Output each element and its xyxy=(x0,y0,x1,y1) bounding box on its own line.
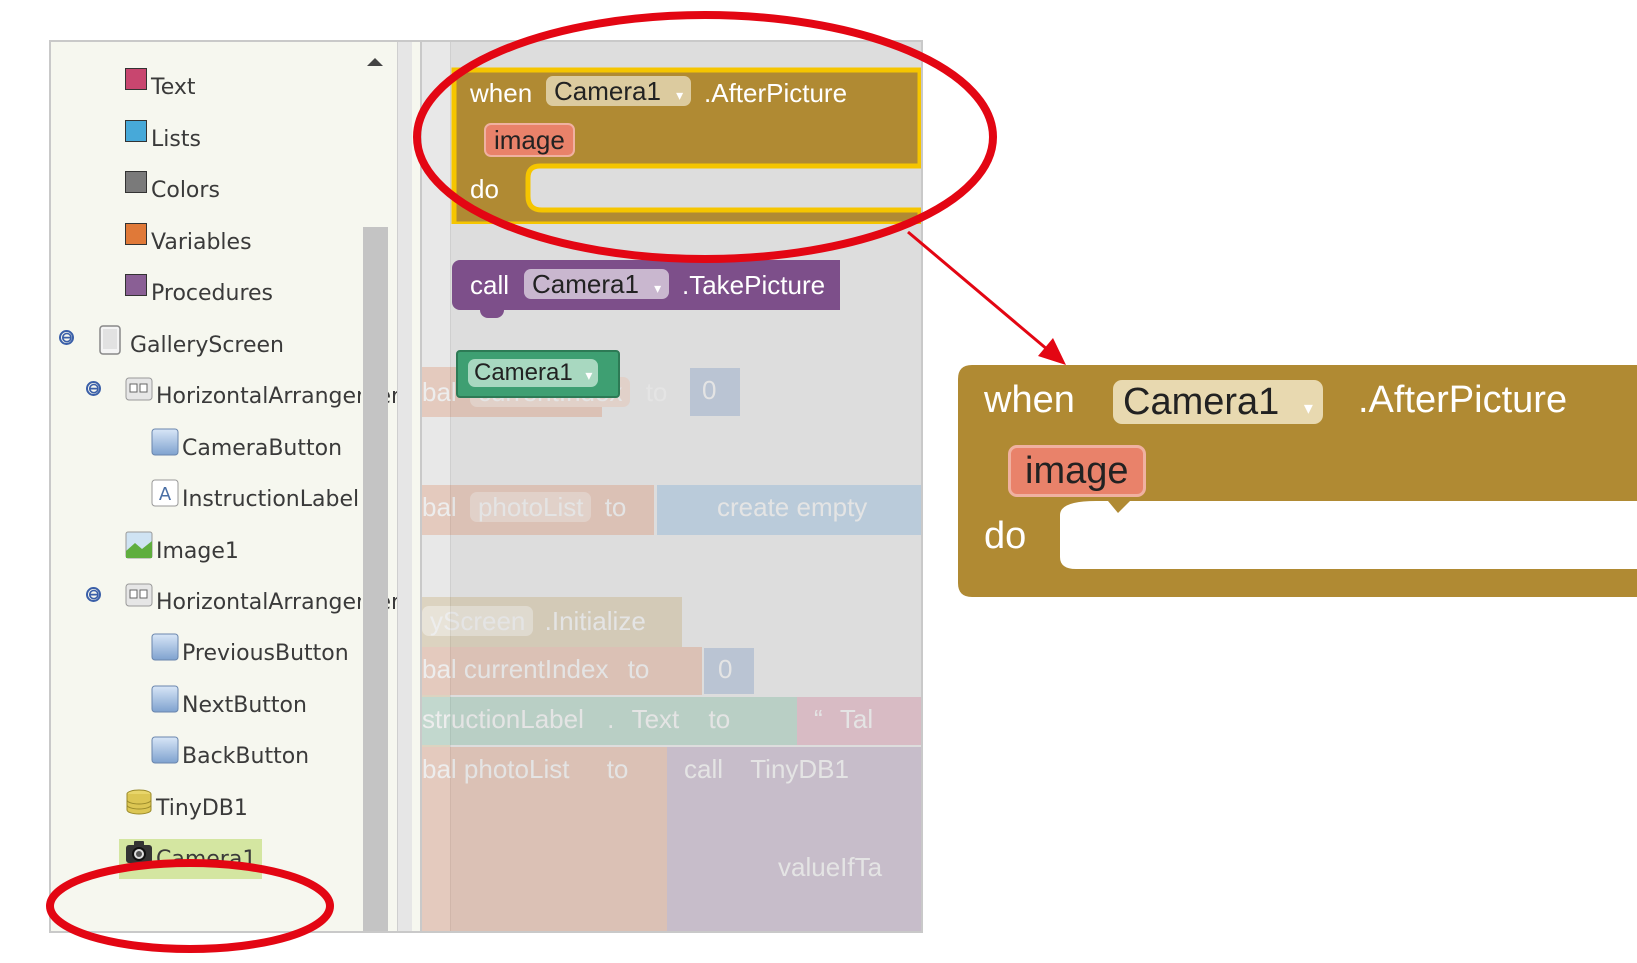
annotation-arrowhead-icon xyxy=(1038,338,1066,365)
database-icon xyxy=(125,788,153,816)
tree-item-label: TinyDB1 xyxy=(156,795,248,821)
text-literal: ▾ “ Tal xyxy=(814,704,874,734)
set-var-text: bal photoList to xyxy=(422,754,629,784)
call-takepicture-block[interactable]: call Camera1 ▾ .TakePicture xyxy=(452,260,840,310)
tree-item-label: Procedures xyxy=(151,280,273,306)
tree-item-label: Lists xyxy=(151,126,201,152)
collapse-toggle-icon[interactable]: ⊖ xyxy=(86,381,101,396)
dropdown-arrow-icon: ▾ xyxy=(676,87,684,103)
call-keyword: call xyxy=(470,270,510,300)
tree-item-colors[interactable]: Colors xyxy=(125,170,220,210)
afterpicture-event-block[interactable]: when Camera1 ▾ .AfterPicture image do xyxy=(450,66,921,224)
colors-swatch-icon xyxy=(125,171,147,193)
dropdown-arrow-icon: ▾ xyxy=(654,280,662,296)
tree-item-label: CameraButton xyxy=(182,435,343,461)
number-value: 0 xyxy=(702,375,717,405)
lists-swatch-icon xyxy=(125,120,147,142)
tree-item-instructionlabel[interactable]: A InstructionLabel xyxy=(151,479,359,519)
tree-item-variables[interactable]: Variables xyxy=(125,222,252,262)
tree-item-label: InstructionLabel xyxy=(182,486,360,512)
tree-item-label: PreviousButton xyxy=(182,640,349,666)
camera1-dropdown[interactable]: Camera1 ▾ xyxy=(546,76,692,106)
image-param[interactable]: image xyxy=(484,123,575,157)
button-icon xyxy=(151,685,179,713)
tree-item-label: BackButton xyxy=(182,743,310,769)
svg-text:A: A xyxy=(159,484,172,505)
button-icon xyxy=(151,633,179,661)
number-value: 0 xyxy=(718,654,733,684)
arrangement-icon xyxy=(125,582,153,610)
panel-divider xyxy=(397,42,412,931)
arrangement-icon xyxy=(125,376,153,404)
collapse-toggle-icon[interactable]: ⊖ xyxy=(59,330,74,345)
method-name: .TakePicture xyxy=(682,270,826,300)
camera1-component-block[interactable]: Camera1 ▾ xyxy=(456,350,620,398)
tree-item-previousbutton[interactable]: PreviousButton xyxy=(151,633,349,673)
tree-item-nextbutton[interactable]: NextButton xyxy=(151,685,307,725)
label-icon: A xyxy=(151,479,179,507)
tree-item-backbutton[interactable]: BackButton xyxy=(151,736,309,776)
block-notch xyxy=(480,308,504,318)
tree-item-label: GalleryScreen xyxy=(130,332,284,358)
camera-icon xyxy=(125,839,153,867)
image-icon xyxy=(125,531,153,559)
tree-item-label: Colors xyxy=(151,177,220,203)
dropdown-arrow-icon: ▾ xyxy=(1303,398,1313,418)
global-var-text: bal photoList to xyxy=(422,492,627,522)
zoom-camera1-dropdown: Camera1 ▾ xyxy=(1113,380,1323,424)
initialize-text: yScreen .Initialize xyxy=(422,606,646,637)
camera1-dropdown[interactable]: Camera1 ▾ xyxy=(524,269,670,299)
tree-item-label: Text xyxy=(151,74,196,100)
blocks-tree-panel: Text Lists Colors Variables Procedures ⊖… xyxy=(49,40,422,933)
tree-item-lists[interactable]: Lists xyxy=(125,119,201,159)
event-name: .AfterPicture xyxy=(704,78,848,108)
zoom-when-keyword: when xyxy=(984,379,1075,421)
set-var-text: bal currentIndex to xyxy=(422,654,650,684)
screen-icon xyxy=(99,325,127,355)
value-if-tag-label: valueIfTa xyxy=(778,852,883,882)
collapse-toggle-icon[interactable]: ⊖ xyxy=(86,587,101,602)
tree-item-text[interactable]: Text xyxy=(125,67,196,107)
tree-item-label: Image1 xyxy=(156,538,239,564)
scrollbar-thumb[interactable] xyxy=(363,227,388,931)
set-property-text: structionLabel . Text to xyxy=(422,704,731,734)
variables-swatch-icon xyxy=(125,223,147,245)
zoom-do-keyword: do xyxy=(984,515,1027,557)
do-keyword: do xyxy=(470,174,499,204)
camera1-component-dropdown[interactable]: Camera1 ▾ xyxy=(468,359,599,387)
scroll-up-icon[interactable] xyxy=(367,58,383,66)
zoom-image-param: image xyxy=(1008,445,1146,497)
blocks-workspace[interactable]: bal currentIndex to 0 bal photoList to c… xyxy=(422,40,923,933)
button-icon xyxy=(151,736,179,764)
tree-item-tinydb1[interactable]: TinyDB1 xyxy=(125,788,248,828)
when-keyword: when xyxy=(470,78,533,108)
tree-item-label: NextButton xyxy=(182,692,307,718)
procedures-swatch-icon xyxy=(125,274,147,296)
tinydb-call-text: call TinyDB1 xyxy=(684,754,849,784)
text-swatch-icon xyxy=(125,68,147,90)
tree-item-camera1[interactable]: Camera1 xyxy=(119,839,263,879)
tree-item-camerabutton[interactable]: CameraButton xyxy=(151,428,342,468)
dropdown-arrow-icon: ▾ xyxy=(585,367,593,383)
tree-item-procedures[interactable]: Procedures xyxy=(125,273,273,313)
button-icon xyxy=(151,428,179,456)
tree-item-galleryscreen[interactable]: GalleryScreen xyxy=(99,325,284,365)
tree-item-label: Variables xyxy=(151,229,252,255)
create-empty-label: create empty xyxy=(717,492,868,522)
zoomed-afterpicture-block: when Camera1 ▾ .AfterPicture image do xyxy=(958,365,1637,597)
tree-item-image1[interactable]: Image1 xyxy=(125,531,239,571)
annotation-arrow-line xyxy=(907,230,1049,352)
tree-item-label: Camera1 xyxy=(156,846,257,872)
zoom-event-name: .AfterPicture xyxy=(1358,379,1568,421)
